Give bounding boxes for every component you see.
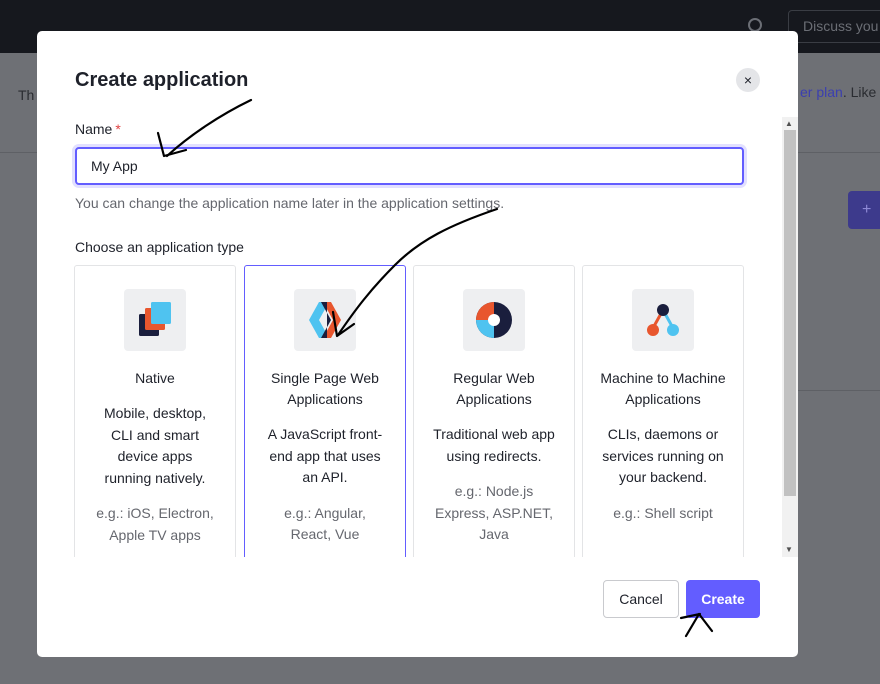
card-description: A JavaScript front-end app that uses an … [267, 426, 383, 485]
create-button[interactable]: Create [686, 580, 760, 618]
background-text-right: er plan. Like [800, 84, 876, 100]
background-text-right-tail: . Like [842, 84, 877, 100]
scroll-down-icon[interactable]: ▼ [785, 545, 793, 554]
name-label: Name * [75, 121, 121, 137]
cancel-button[interactable]: Cancel [603, 580, 679, 618]
background-text-left: Th se [18, 87, 38, 103]
card-description: CLIs, daemons or services running on you… [602, 426, 724, 485]
name-label-text: Name [75, 121, 113, 137]
scrollbar-thumb[interactable] [784, 130, 796, 496]
required-mark: * [115, 121, 121, 137]
dialog-scroll-area: Name* You can change the application nam… [37, 115, 798, 557]
card-title: Regular Web Applications [453, 370, 535, 407]
native-app-icon [124, 289, 186, 351]
regular-web-app-icon [463, 289, 525, 351]
discuss-input[interactable]: Discuss you [788, 10, 880, 43]
app-type-card-spa[interactable]: Single Page Web Applications A JavaScrip… [244, 265, 406, 557]
scroll-up-icon[interactable]: ▲ [785, 119, 793, 128]
app-type-card-regular-web[interactable]: Regular Web Applications Traditional web… [413, 265, 575, 557]
card-description: Mobile, desktop, CLI and smart device ap… [104, 405, 206, 486]
card-example: e.g.: Angular, React, Vue [284, 504, 366, 543]
app-type-card-native[interactable]: Native Mobile, desktop, CLI and smart de… [74, 265, 236, 557]
app-type-card-machine-to-machine[interactable]: Machine to Machine Applications CLIs, da… [582, 265, 744, 557]
card-example: e.g.: Shell script [613, 504, 713, 521]
background-create-button[interactable]: + [848, 191, 880, 229]
spa-icon [294, 289, 356, 351]
m2m-icon [632, 289, 694, 351]
card-description: Traditional web app using redirects. [433, 426, 555, 464]
search-icon[interactable] [748, 18, 762, 32]
application-type-cards: Native Mobile, desktop, CLI and smart de… [74, 265, 745, 557]
dialog-title: Create application [75, 69, 249, 91]
card-title: Native [135, 370, 175, 386]
card-example: e.g.: Node.js Express, ASP.NET, Java [434, 483, 553, 542]
name-hint: You can change the application name late… [75, 195, 505, 211]
close-button[interactable]: × [736, 68, 760, 92]
background-divider [798, 390, 880, 391]
background-plan-link[interactable]: er plan [800, 84, 843, 100]
card-title: Single Page Web Applications [271, 370, 379, 407]
close-icon: × [743, 72, 753, 88]
application-type-heading: Choose an application type [75, 239, 244, 255]
create-application-dialog: Create application × Name* You can chang… [37, 31, 798, 657]
card-example: e.g.: iOS, Electron, Apple TV apps [96, 505, 214, 543]
card-title: Machine to Machine Applications [600, 370, 726, 407]
name-input[interactable] [75, 147, 744, 185]
